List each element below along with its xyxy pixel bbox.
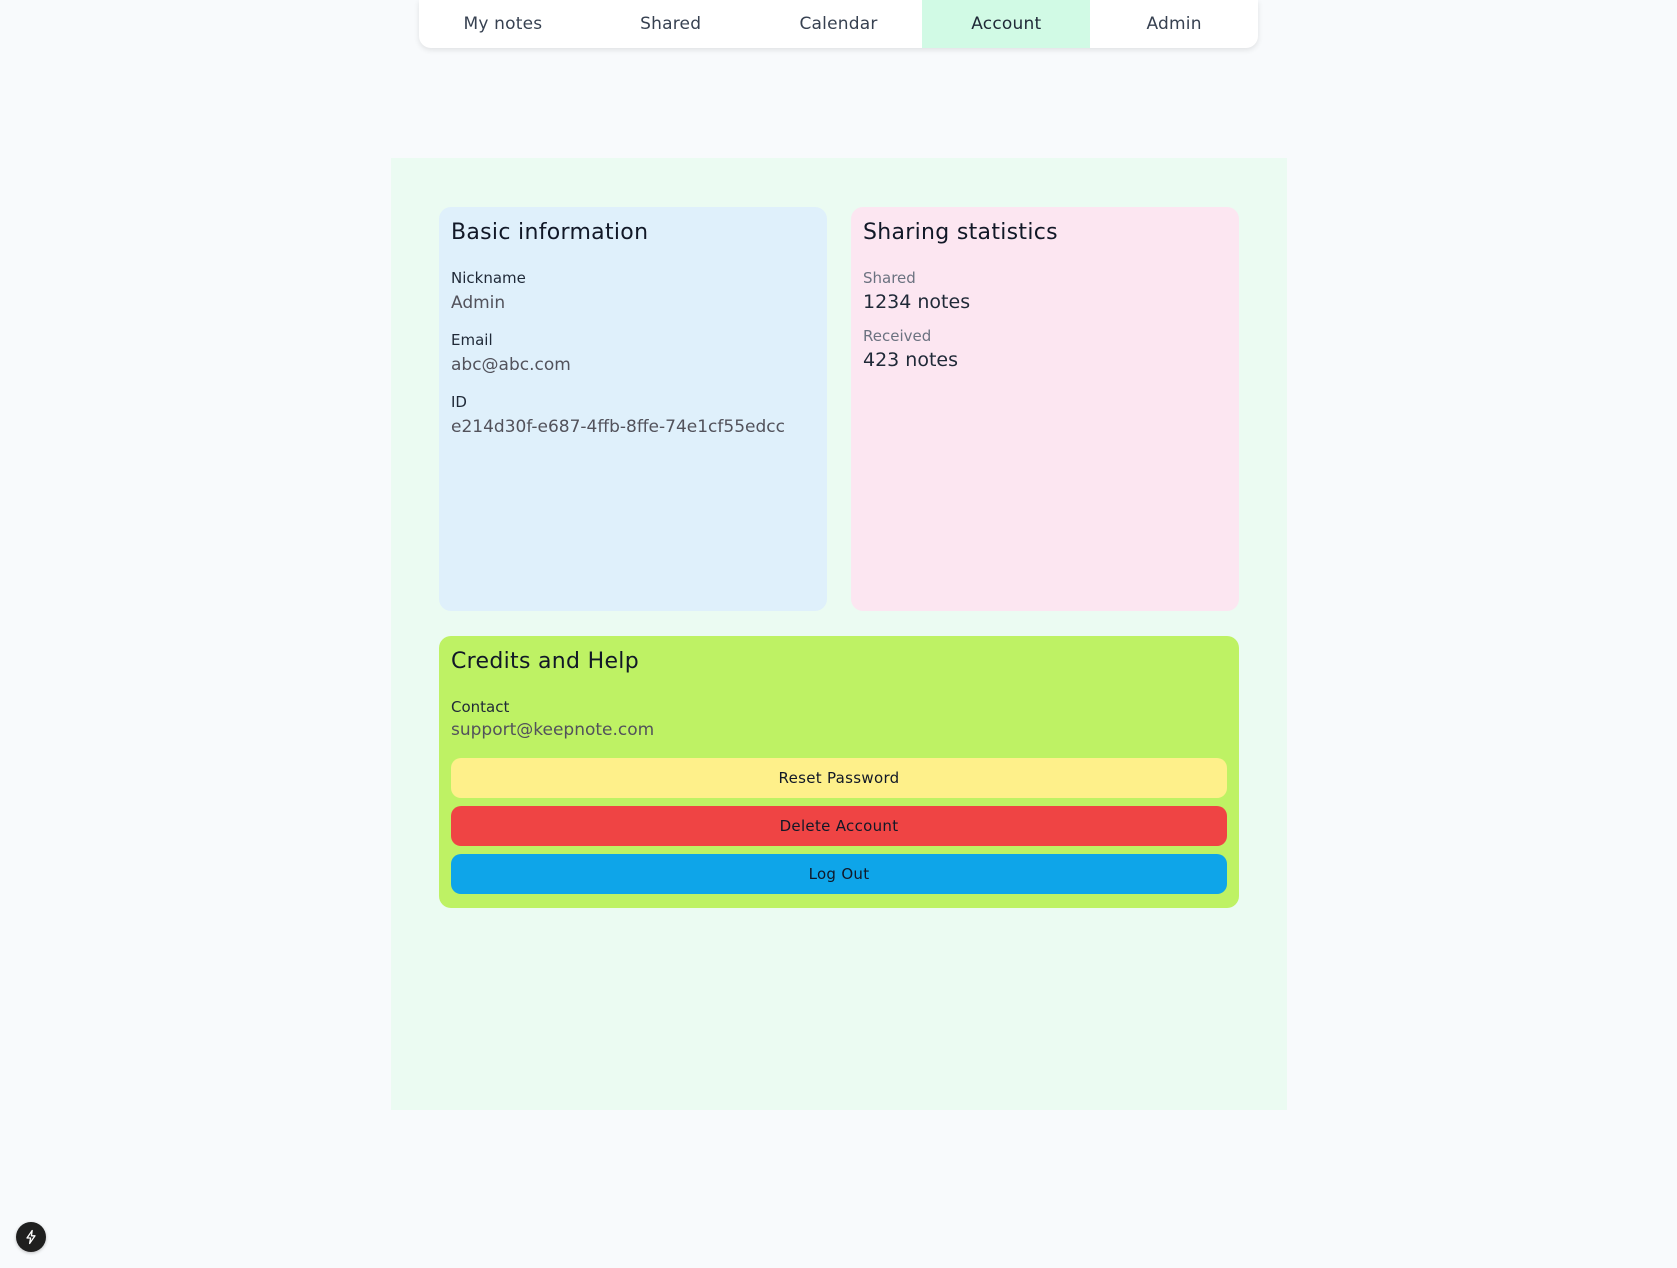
- dev-tools-badge[interactable]: [16, 1222, 46, 1252]
- email-value: abc@abc.com: [451, 355, 571, 375]
- nickname-value: Admin: [451, 293, 506, 313]
- shared-label: Shared: [863, 269, 916, 287]
- sharing-statistics-title: Sharing statistics: [863, 220, 1058, 245]
- contact-label: Contact: [451, 698, 510, 716]
- received-label: Received: [863, 327, 932, 345]
- id-label: ID: [451, 393, 467, 411]
- credits-and-help-card: Credits and Help Contact support@keepnot…: [439, 636, 1239, 908]
- id-value: e214d30f-e687-4ffb-8ffe-74e1cf55edcc: [451, 417, 785, 437]
- account-panel: Basic information Nickname Admin Email a…: [391, 158, 1287, 1110]
- basic-information-fields: Nickname Admin Email abc@abc.com ID e214…: [451, 269, 815, 437]
- email-field: Email abc@abc.com: [451, 331, 815, 375]
- shared-value: 1234 notes: [863, 291, 971, 313]
- received-value: 423 notes: [863, 349, 959, 371]
- credits-and-help-title: Credits and Help: [451, 649, 639, 674]
- tab-my-notes[interactable]: My notes: [419, 0, 587, 48]
- id-field: ID e214d30f-e687-4ffb-8ffe-74e1cf55edcc: [451, 393, 815, 437]
- nickname-field: Nickname Admin: [451, 269, 815, 313]
- shared-stat: Shared 1234 notes: [863, 269, 1227, 313]
- sharing-statistics-fields: Shared 1234 notes Received 423 notes: [863, 269, 1227, 371]
- contact-field: Contact support@keepnote.com: [451, 698, 1227, 740]
- tab-shared[interactable]: Shared: [587, 0, 755, 48]
- delete-account-button[interactable]: Delete Account: [451, 806, 1227, 846]
- received-stat: Received 423 notes: [863, 327, 1227, 371]
- sharing-statistics-card: Sharing statistics Shared 1234 notes Rec…: [851, 207, 1239, 611]
- top-navigation: My notes Shared Calendar Account Admin: [419, 0, 1258, 48]
- tab-calendar[interactable]: Calendar: [755, 0, 923, 48]
- basic-information-title: Basic information: [451, 220, 649, 245]
- basic-information-card: Basic information Nickname Admin Email a…: [439, 207, 827, 611]
- email-label: Email: [451, 331, 493, 349]
- nickname-label: Nickname: [451, 269, 526, 287]
- contact-email: support@keepnote.com: [451, 720, 655, 740]
- log-out-button[interactable]: Log Out: [451, 854, 1227, 894]
- tab-account[interactable]: Account: [922, 0, 1091, 48]
- lightning-bolt-icon: [23, 1229, 39, 1245]
- reset-password-button[interactable]: Reset Password: [451, 758, 1227, 798]
- tab-admin[interactable]: Admin: [1090, 0, 1258, 48]
